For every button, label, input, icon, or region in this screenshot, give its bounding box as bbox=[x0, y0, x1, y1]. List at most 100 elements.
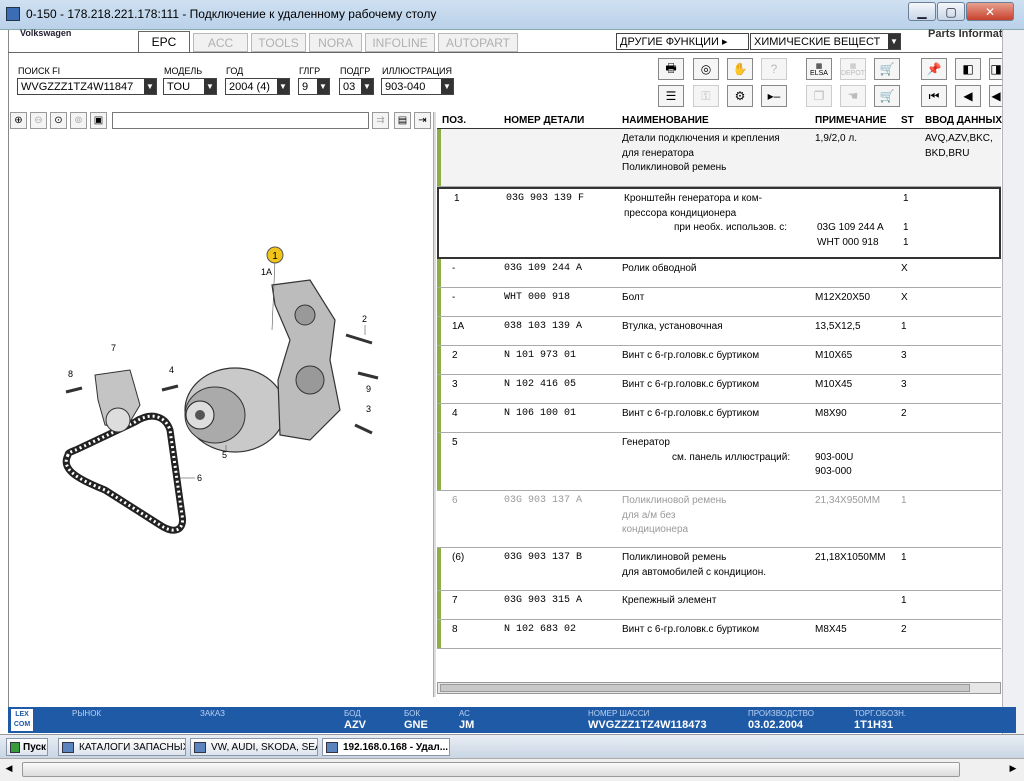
tab-acc[interactable]: ACC bbox=[193, 33, 248, 52]
prev-page-icon[interactable]: ◀ bbox=[955, 85, 981, 107]
table-row[interactable]: 1A 038 103 139 A Втулка, установочная 13,5X… bbox=[437, 317, 1001, 346]
scroll-left-icon[interactable]: ◀ bbox=[2, 763, 16, 777]
tab-autopart[interactable]: AUTOPART bbox=[438, 33, 518, 52]
first-page-icon[interactable]: ⏮ bbox=[921, 85, 947, 107]
zoom-in-icon[interactable]: ⊕ bbox=[10, 112, 27, 129]
depot-button[interactable]: ▦ DEPOT bbox=[840, 58, 866, 80]
scroll-thumb[interactable] bbox=[440, 684, 970, 692]
zoom-fit-icon[interactable]: ⊙ bbox=[50, 112, 67, 129]
callout-2[interactable]: 2 bbox=[362, 314, 367, 324]
table-row[interactable]: 5 Генератор см. панель иллюстраций: 903-00U… bbox=[437, 433, 1001, 491]
callout-5[interactable]: 5 bbox=[222, 450, 227, 460]
close-button[interactable]: ✕ bbox=[966, 2, 1014, 21]
group-select[interactable]: 9 ▼ bbox=[298, 78, 330, 95]
year-select[interactable]: 2004 (4) ▼ bbox=[225, 78, 290, 95]
vertical-scrollbar[interactable] bbox=[1002, 30, 1024, 758]
image-icon[interactable]: ▣ bbox=[90, 112, 107, 129]
bicycle-icon[interactable]: ⚙ bbox=[727, 85, 753, 107]
help-icon[interactable]: ? bbox=[761, 58, 787, 80]
pane-splitter[interactable] bbox=[433, 112, 436, 697]
model-select[interactable]: TOU ▼ bbox=[163, 78, 217, 95]
remote-desktop-icon bbox=[6, 7, 20, 21]
disc-icon[interactable]: ◎ bbox=[693, 58, 719, 80]
window-horizontal-scrollbar[interactable]: ◀ ▶ bbox=[0, 758, 1024, 781]
diagram-search-field[interactable] bbox=[112, 112, 369, 129]
group-label: ГЛГР bbox=[299, 66, 321, 76]
zoom-out-icon[interactable]: ⊖ bbox=[30, 112, 47, 129]
elsa-button[interactable]: ▦ ELSA bbox=[806, 58, 832, 80]
cart-export-icon[interactable]: 🛒 bbox=[874, 58, 900, 80]
taskbar-item-vw[interactable]: VW, AUDI, SKODA, SEAT bbox=[190, 738, 318, 756]
cell-pos: 8 bbox=[452, 624, 458, 635]
table-row[interactable]: (6) 03G 903 137 B Поликлиновой ремень для а… bbox=[437, 548, 1001, 591]
subgroup-select[interactable]: 03 ▼ bbox=[339, 78, 374, 95]
illustration-select[interactable]: 903-040 ▼ bbox=[381, 78, 454, 95]
vehicle-status-bar: LEX COM РЫНОК ЗАКАЗ БОД AZV БОК GNE АС JM… bbox=[8, 707, 1016, 733]
col-note[interactable]: ПРИМЕЧАНИЕ bbox=[815, 115, 886, 126]
hand-icon[interactable]: ☚ bbox=[840, 85, 866, 107]
handshake-icon[interactable]: ✋ bbox=[727, 58, 753, 80]
split-left-icon[interactable]: ◧ bbox=[955, 58, 981, 80]
table-row[interactable]: 2 N 101 973 01 Винт с 6-гр.головк.с буртик… bbox=[437, 346, 1001, 375]
callout-8[interactable]: 8 bbox=[68, 369, 73, 379]
taskbar-item-remote[interactable]: 192.168.0.168 - Удал... bbox=[322, 738, 450, 756]
table-row[interactable]: 6 03G 903 137 A Поликлиновой ремень для а/м… bbox=[437, 491, 1001, 548]
copy-icon[interactable]: ❐ bbox=[806, 85, 832, 107]
col-data[interactable]: ВВОД ДАННЫХ bbox=[925, 115, 1002, 126]
tab-tools[interactable]: TOOLS bbox=[251, 33, 306, 52]
table-row[interactable]: - WHT 000 918 Болт M12X20X50 X bbox=[437, 288, 1001, 317]
bracket-boss bbox=[295, 365, 325, 395]
table-horizontal-scrollbar[interactable] bbox=[437, 682, 1001, 694]
chemicals-menu[interactable]: ХИМИЧЕСКИЕ ВЕЩЕСТ ▼ bbox=[750, 33, 901, 50]
taskbar-item-catalogs[interactable]: КАТАЛОГИ ЗАПАСНЫХ ... bbox=[58, 738, 186, 756]
col-part[interactable]: НОМЕР ДЕТАЛИ bbox=[504, 115, 584, 126]
search-input[interactable]: WVGZZZ1TZ4W11847 ▼ bbox=[17, 78, 157, 95]
pin-icon[interactable]: 📌 bbox=[921, 58, 947, 80]
col-pos[interactable]: ПОЗ. bbox=[442, 115, 466, 126]
cell-st: X bbox=[901, 292, 908, 303]
tab-infoline[interactable]: INFOLINE bbox=[365, 33, 435, 52]
col-name[interactable]: НАИМЕНОВАНИЕ bbox=[622, 115, 709, 126]
layout-icon[interactable]: ▤ bbox=[394, 112, 411, 129]
minimize-button[interactable]: ▁ bbox=[908, 2, 936, 21]
expand-icon[interactable]: ⇥ bbox=[414, 112, 431, 129]
scroll-thumb[interactable] bbox=[22, 762, 960, 777]
row-marker bbox=[437, 259, 441, 287]
maximize-button[interactable]: ▢ bbox=[937, 2, 965, 21]
next-page-icon[interactable]: ◀ bbox=[989, 85, 1003, 107]
list-icon[interactable]: ☰ bbox=[658, 85, 684, 107]
table-row[interactable]: Детали подключения и крепления для генера… bbox=[437, 129, 1001, 187]
callout-1[interactable]: 1 bbox=[272, 251, 278, 262]
table-row[interactable]: - 03G 109 244 A Ролик обводной X bbox=[437, 259, 1001, 288]
callout-6[interactable]: 6 bbox=[197, 473, 202, 483]
table-row[interactable]: 1 03G 903 139 F Кронштейн генератора и ком… bbox=[437, 187, 1001, 259]
play-minus-icon[interactable]: ▸– bbox=[761, 85, 787, 107]
table-row[interactable]: 3 N 102 416 05 Винт с 6-гр.головк.с буртик… bbox=[437, 375, 1001, 404]
production-value: 03.02.2004 bbox=[748, 719, 804, 731]
zoom-reset-icon[interactable]: ⊚ bbox=[70, 112, 87, 129]
callout-9[interactable]: 9 bbox=[366, 384, 371, 394]
row-marker bbox=[437, 404, 441, 432]
table-row[interactable]: 7 03G 903 315 A Крепежный элемент 1 bbox=[437, 591, 1001, 620]
callout-3[interactable]: 3 bbox=[366, 404, 371, 414]
bolt-4 bbox=[161, 384, 179, 392]
callout-1a[interactable]: 1A bbox=[261, 267, 272, 277]
key-icon[interactable]: ⚿ bbox=[693, 85, 719, 107]
cell-part: 03G 903 137 A bbox=[504, 495, 583, 506]
search-value: WVGZZZ1TZ4W11847 bbox=[21, 80, 134, 93]
tab-epc[interactable]: EPC bbox=[138, 31, 190, 52]
print-icon[interactable]: 🖶 bbox=[658, 58, 684, 80]
split-right-icon[interactable]: ◨ bbox=[989, 58, 1003, 80]
scroll-right-icon[interactable]: ▶ bbox=[1006, 763, 1020, 777]
callout-7[interactable]: 7 bbox=[111, 343, 116, 353]
table-row[interactable]: 4 N 106 100 01 Винт с 6-гр.головк.с буртик… bbox=[437, 404, 1001, 433]
cart-icon[interactable]: 🛒 bbox=[874, 85, 900, 107]
start-button[interactable]: Пуск bbox=[6, 738, 48, 756]
row-marker bbox=[437, 548, 441, 590]
table-row[interactable]: 8 N 102 683 02 Винт с 6-гр.головк.с буртик… bbox=[437, 620, 1001, 649]
tab-nora[interactable]: NORA bbox=[309, 33, 362, 52]
other-functions-menu[interactable]: ДРУГИЕ ФУНКЦИИ ▸ bbox=[616, 33, 749, 50]
col-st[interactable]: ST bbox=[901, 115, 914, 126]
callout-4[interactable]: 4 bbox=[169, 365, 174, 375]
export-icon[interactable]: ⇉ bbox=[372, 112, 389, 129]
